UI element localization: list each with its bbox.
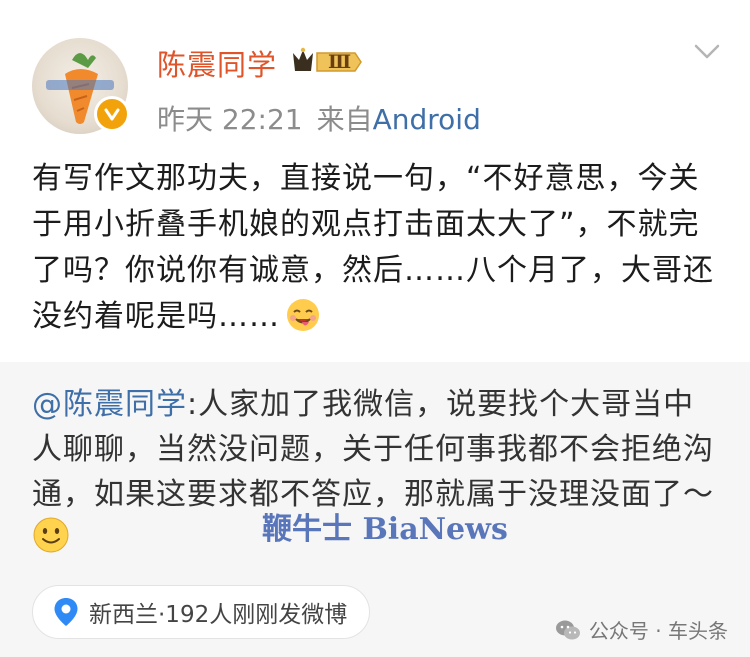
post-time: 昨天 22:21 (157, 103, 303, 136)
source-text: 公众号 · 车头条 (588, 619, 728, 643)
yummy-face-emoji-icon (284, 296, 322, 348)
repost-mention-link[interactable]: @陈震同学 (32, 387, 187, 422)
vip-level-text: Ⅲ (328, 51, 352, 73)
verified-badge-icon (94, 96, 130, 132)
wechat-source: 公众号 · 车头条 (555, 615, 728, 644)
username[interactable]: 陈震同学 (157, 42, 277, 84)
source-prefix: 来自 (316, 103, 373, 136)
avatar[interactable] (32, 38, 130, 134)
location-text: 新西兰·192人刚刚发微博 (89, 602, 348, 628)
wechat-icon (555, 620, 580, 639)
post-meta: 昨天 22:21 来自Android (157, 98, 481, 138)
chevron-down-icon[interactable] (694, 44, 720, 60)
post-content: 有写作文那功夫，直接说一句，“不好意思，今关于用小折叠手机娘的观点打击面太大了”… (32, 156, 722, 348)
repost-block[interactable]: @陈震同学:人家加了我微信，说要找个大哥当中人聊聊，当然没问题，关于任何事我都不… (0, 362, 750, 657)
smile-emoji-icon (32, 516, 70, 558)
weibo-post: 陈震同学 Ⅲ 昨天 22:21 来自Android 有写作文那功夫，直接说一句，“… (0, 0, 750, 362)
vip-level-badge[interactable]: Ⅲ (287, 44, 363, 80)
repost-content: @陈震同学:人家加了我微信，说要找个大哥当中人聊聊，当然没问题，关于任何事我都不… (32, 382, 722, 517)
location-pin-icon (54, 598, 78, 626)
location-pill[interactable]: 新西兰·192人刚刚发微博 (32, 585, 371, 639)
source-device-link[interactable]: Android (373, 103, 481, 136)
watermark: 鞭牛士 BiaNews (262, 512, 508, 547)
post-text: 有写作文那功夫，直接说一句，“不好意思，今关于用小折叠手机娘的观点打击面太大了”… (32, 161, 714, 334)
